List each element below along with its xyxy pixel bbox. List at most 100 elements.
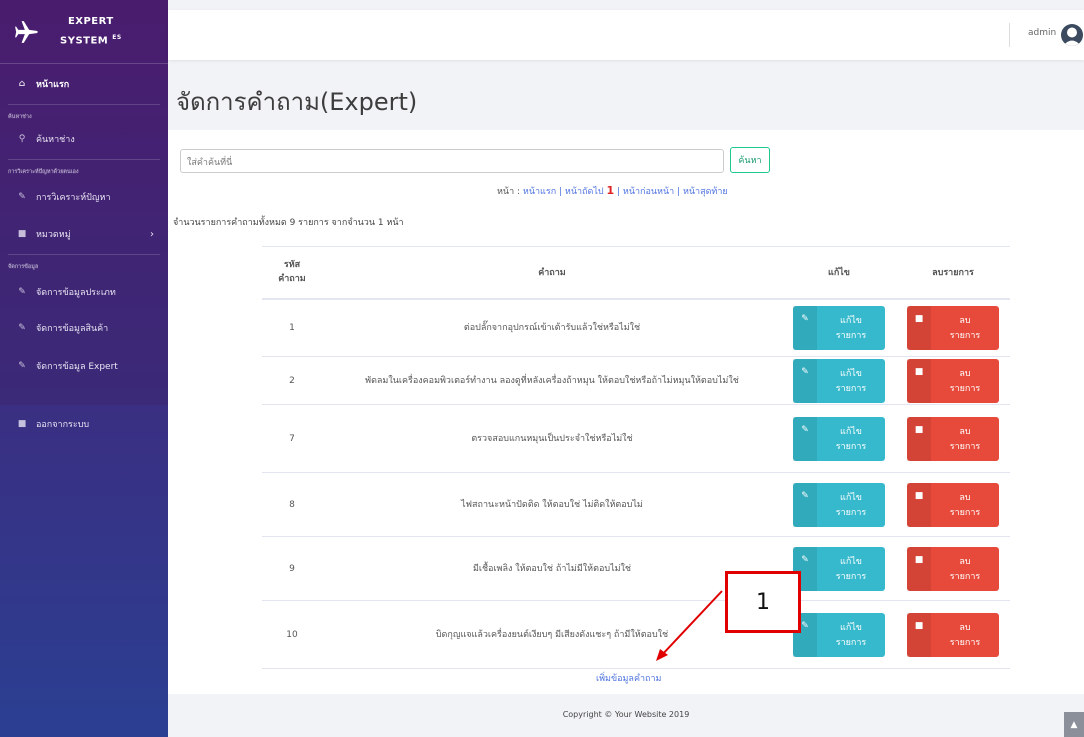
sidebar-item-label: จัดการข้อมูลประเภท bbox=[36, 288, 116, 298]
col-id: รหัส คำถาม bbox=[262, 246, 322, 300]
edit-button[interactable]: ✎ แก้ไข รายการ bbox=[793, 612, 885, 657]
search-input[interactable]: ใส่คำค้นที่นี่ bbox=[180, 149, 724, 173]
edit-cell: ✎ แก้ไข รายการ bbox=[782, 356, 896, 405]
sidebar-item-manage-product[interactable]: ✎ จัดการข้อมูลสินค้า bbox=[0, 309, 168, 347]
annotation-callout: 1 bbox=[725, 571, 801, 633]
sidebar-item-logout[interactable]: ■ ออกจากระบบ bbox=[0, 405, 168, 443]
wrench-icon: ✎ bbox=[18, 287, 26, 297]
delete-cell: ■ ลบ รายการ bbox=[896, 600, 1010, 669]
folder-icon: ■ bbox=[17, 229, 27, 239]
edit-button-label: แก้ไข รายการ bbox=[835, 492, 867, 518]
trash-icon: ■ bbox=[907, 416, 931, 461]
delete-button-label: ลบ รายการ bbox=[949, 426, 981, 452]
page-first-link[interactable]: หน้าแรก bbox=[523, 187, 556, 197]
delete-button[interactable]: ■ ลบ รายการ bbox=[907, 416, 999, 461]
sidebar-item-label: ค้นหาช่าง bbox=[36, 135, 75, 145]
edit-button[interactable]: ✎ แก้ไข รายการ bbox=[793, 482, 885, 527]
pencil-icon: ✎ bbox=[793, 358, 817, 403]
delete-cell: ■ ลบ รายการ bbox=[896, 356, 1010, 405]
table-row: 7 ตรวจสอบแกนหมุนเป็นประจำใช่หรือไม่ใช่ ✎… bbox=[262, 404, 1010, 473]
sidebar-item-label: ออกจากระบบ bbox=[36, 420, 90, 430]
delete-button[interactable]: ■ ลบ รายการ bbox=[907, 612, 999, 657]
folder-icon: ■ bbox=[17, 419, 27, 429]
add-question-link[interactable]: เพิ่มข้อมูลคำถาม bbox=[596, 671, 661, 685]
annotation-arrow bbox=[656, 590, 723, 661]
edit-button[interactable]: ✎ แก้ไข รายการ bbox=[793, 546, 885, 591]
sidebar-item-label: จัดการข้อมูลสินค้า bbox=[36, 324, 109, 334]
wrench-icon: ✎ bbox=[18, 192, 26, 202]
brand-name: EXPERT SYSTEM ES bbox=[60, 15, 122, 47]
user-icon bbox=[1063, 27, 1081, 46]
question-id: 7 bbox=[262, 404, 322, 473]
divider bbox=[8, 159, 160, 160]
edit-button-label: แก้ไข รายการ bbox=[835, 315, 867, 341]
question-text: ตรวจสอบแกนหมุนเป็นประจำใช่หรือไม่ใช่ bbox=[322, 404, 782, 473]
scroll-to-top-button[interactable]: ▲ bbox=[1064, 712, 1084, 737]
avatar[interactable] bbox=[1061, 24, 1083, 46]
edit-button[interactable]: ✎ แก้ไข รายการ bbox=[793, 358, 885, 403]
sidebar-item-manage-type[interactable]: ✎ จัดการข้อมูลประเภท bbox=[0, 275, 168, 309]
edit-cell: ✎ แก้ไข รายการ bbox=[782, 404, 896, 473]
delete-button[interactable]: ■ ลบ รายการ bbox=[907, 482, 999, 527]
home-icon: ⌂ bbox=[18, 79, 26, 89]
page-prev-link[interactable]: หน้าก่อนหน้า bbox=[623, 187, 674, 197]
question-table: รหัส คำถาม คำถาม แก้ไข ลบรายการ 1 ต่อปลั… bbox=[262, 246, 1010, 669]
sidebar-item-diagnose[interactable]: ✎ การวิเคราะห์ปัญหา bbox=[0, 180, 168, 214]
sidebar-item-search-tech[interactable]: ⚲ ค้นหาช่าง bbox=[0, 125, 168, 153]
col-edit: แก้ไข bbox=[782, 246, 896, 300]
delete-button[interactable]: ■ ลบ รายการ bbox=[907, 358, 999, 403]
delete-cell: ■ ลบ รายการ bbox=[896, 298, 1010, 357]
topbar: admin bbox=[168, 10, 1084, 60]
trash-icon: ■ bbox=[907, 612, 931, 657]
sidebar-item-label: การวิเคราะห์ปัญหา bbox=[36, 193, 111, 203]
brand[interactable]: EXPERT SYSTEM ES bbox=[0, 0, 168, 64]
search-button[interactable]: ค้นหา bbox=[730, 147, 770, 173]
pagination-label: หน้า : bbox=[497, 187, 521, 197]
sidebar-item-manage-expert[interactable]: ✎ จัดการข้อมูล Expert bbox=[0, 347, 168, 385]
delete-button-label: ลบ รายการ bbox=[949, 315, 981, 341]
trash-icon: ■ bbox=[907, 358, 931, 403]
edit-button[interactable]: ✎ แก้ไข รายการ bbox=[793, 416, 885, 461]
trash-icon: ■ bbox=[907, 305, 931, 350]
sidebar-item-label: จัดการข้อมูล Expert bbox=[36, 362, 118, 372]
record-summary: จำนวนรายการคำถามทั้งหมด 9 รายการ จากจำนว… bbox=[173, 218, 404, 228]
table-header-row: รหัส คำถาม คำถาม แก้ไข ลบรายการ bbox=[262, 246, 1010, 300]
page-next-link[interactable]: หน้าถัดไป bbox=[565, 187, 604, 197]
page-last-link[interactable]: หน้าสุดท้าย bbox=[683, 187, 728, 197]
topbar-divider bbox=[1009, 23, 1010, 47]
sidebar: EXPERT SYSTEM ES ⌂ หน้าแรก ค้นหาช่าง ⚲ ค… bbox=[0, 0, 168, 737]
table-row: 9 มีเชื้อเพลิง ให้ตอบใช่ ถ้าไม่มีให้ตอบไ… bbox=[262, 536, 1010, 601]
wrench-icon: ✎ bbox=[18, 323, 26, 333]
divider bbox=[8, 254, 160, 255]
user-name[interactable]: admin bbox=[1028, 28, 1056, 38]
edit-button-label: แก้ไข รายการ bbox=[835, 368, 867, 394]
pencil-icon: ✎ bbox=[793, 482, 817, 527]
sidebar-item-label: หมวดหมู่ bbox=[36, 230, 71, 240]
sidebar-item-home[interactable]: ⌂ หน้าแรก bbox=[0, 64, 168, 104]
footer: Copyright © Your Website 2019 bbox=[562, 710, 690, 719]
delete-cell: ■ ลบ รายการ bbox=[896, 536, 1010, 601]
sidebar-item-category[interactable]: ■ หมวดหมู่ › bbox=[0, 214, 168, 254]
question-id: 1 bbox=[262, 298, 322, 357]
edit-button[interactable]: ✎ แก้ไข รายการ bbox=[793, 305, 885, 350]
edit-cell: ✎ แก้ไข รายการ bbox=[782, 472, 896, 537]
divider bbox=[8, 104, 160, 105]
delete-button[interactable]: ■ ลบ รายการ bbox=[907, 546, 999, 591]
table-row: 2 พัดลมในเครื่องคอมพิวเตอร์ทำงาน ลองดูที… bbox=[262, 356, 1010, 405]
edit-button-label: แก้ไข รายการ bbox=[835, 622, 867, 648]
delete-button[interactable]: ■ ลบ รายการ bbox=[907, 305, 999, 350]
table-row: 10 บิดกุญแจแล้วเครื่องยนต์เงียบๆ มีเสียง… bbox=[262, 600, 1010, 669]
question-text: พัดลมในเครื่องคอมพิวเตอร์ทำงาน ลองดูที่ห… bbox=[322, 356, 782, 405]
pencil-icon: ✎ bbox=[793, 416, 817, 461]
sidebar-lower: ■ ออกจากระบบ bbox=[0, 405, 168, 737]
col-question: คำถาม bbox=[322, 246, 782, 300]
sidebar-heading-search: ค้นหาช่าง bbox=[8, 114, 32, 120]
edit-button-label: แก้ไข รายการ bbox=[835, 426, 867, 452]
delete-cell: ■ ลบ รายการ bbox=[896, 472, 1010, 537]
sidebar-heading-diagnose: การวิเคราะห์ปัญหาด้วยตนเอง bbox=[8, 169, 79, 175]
edit-cell: ✎ แก้ไข รายการ bbox=[782, 298, 896, 357]
pencil-icon: ✎ bbox=[793, 305, 817, 350]
col-delete: ลบรายการ bbox=[896, 246, 1010, 300]
wrench-icon: ✎ bbox=[18, 361, 26, 371]
delete-button-label: ลบ รายการ bbox=[949, 622, 981, 648]
